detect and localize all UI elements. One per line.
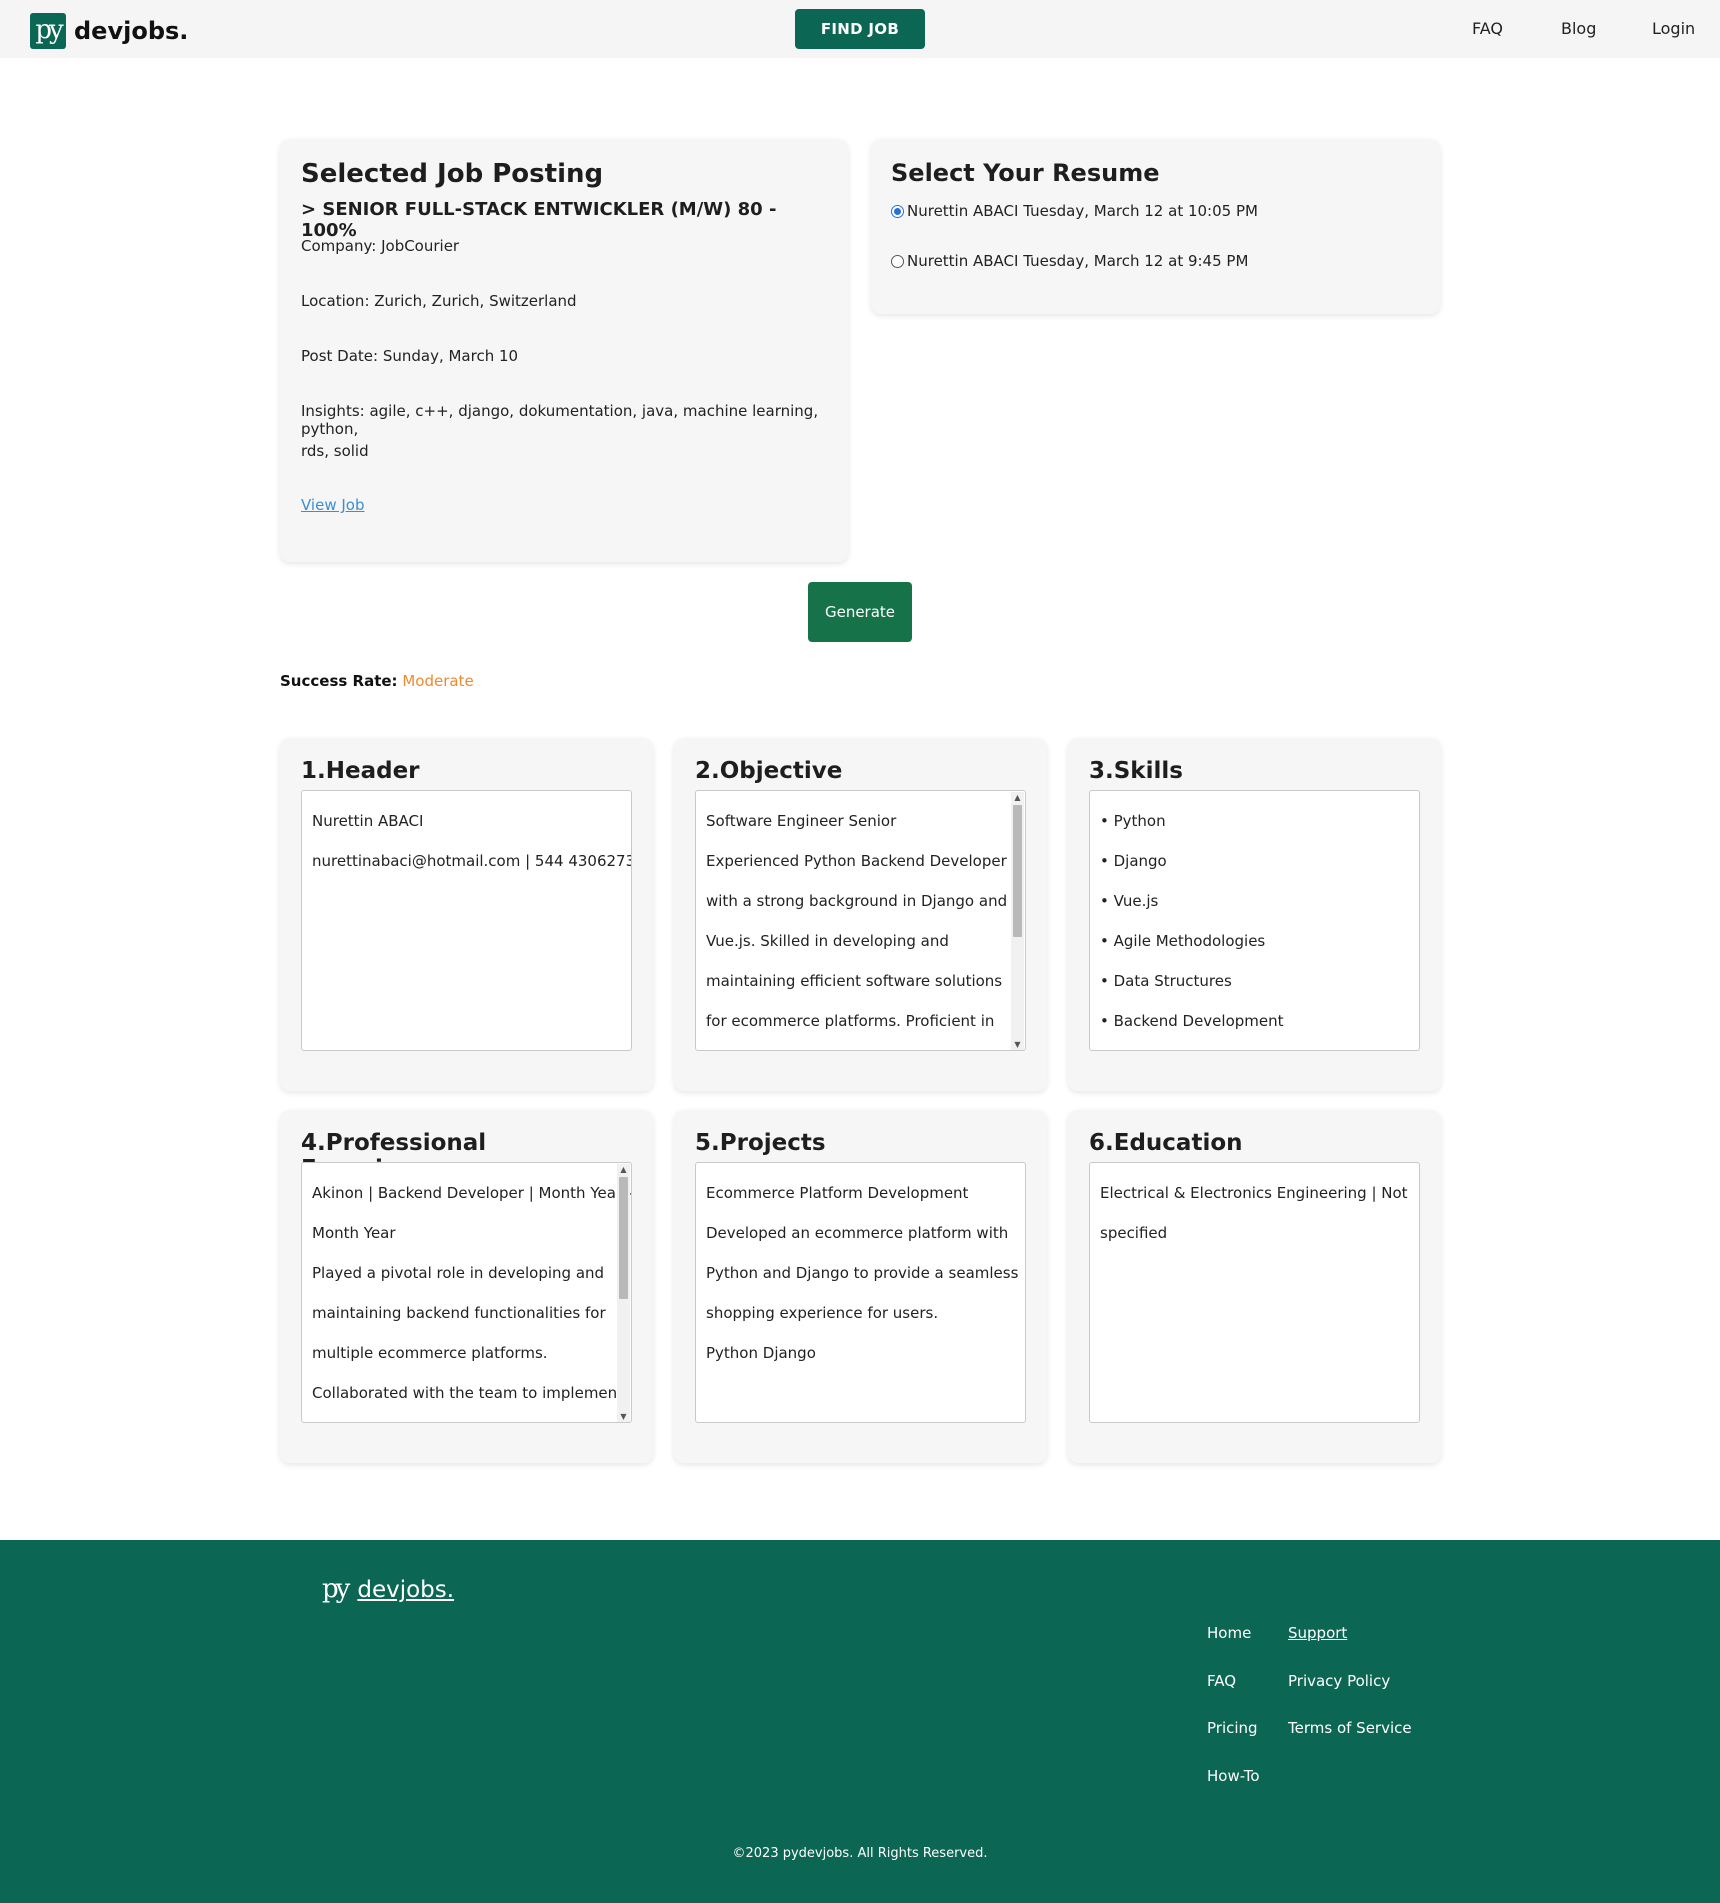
section-card-header: 1.Header Nurettin ABACI nurettinabaci@ho… — [280, 738, 653, 1091]
job-insights: Insights: agile, c++, django, dokumentat… — [301, 402, 819, 438]
scroll-down-icon[interactable]: ▼ — [1011, 1039, 1024, 1050]
section-textbox[interactable]: Akinon | Backend Developer | Month Year … — [301, 1162, 632, 1423]
success-rate: Success Rate: Moderate — [280, 672, 474, 690]
scrollbar-thumb[interactable] — [1013, 805, 1022, 937]
section-line: multiple ecommerce platforms. — [312, 1344, 548, 1362]
nav-link-login[interactable]: Login — [1652, 19, 1695, 38]
section-line: Played a pivotal role in developing and — [312, 1264, 605, 1282]
resume-option-label: Nurettin ABACI Tuesday, March 12 at 9:45… — [907, 252, 1249, 270]
section-line: Python Django — [706, 1344, 816, 1362]
section-title: 2.Objective — [695, 758, 843, 784]
footer-link-pricing[interactable]: Pricing — [1207, 1719, 1258, 1737]
section-line: maintaining efficient software solutions — [706, 972, 1003, 990]
job-location: Location: Zurich, Zurich, Switzerland — [301, 292, 577, 310]
section-line: maintaining backend functionalities for — [312, 1304, 606, 1322]
top-nav: py devjobs. FIND JOB FAQ Blog Login — [0, 0, 1720, 58]
section-line: shopping experience for users. — [706, 1304, 939, 1322]
footer-py-logo-icon: py — [322, 1574, 350, 1604]
section-card-education: 6.Education Electrical & Electronics Eng… — [1068, 1110, 1441, 1463]
section-line: • Data Structures — [1100, 972, 1232, 990]
section-title: 3.Skills — [1089, 758, 1183, 784]
success-rate-value: Moderate — [402, 672, 474, 690]
resume-option[interactable]: Nurettin ABACI Tuesday, March 12 at 9:45… — [891, 252, 1248, 270]
section-title: 5.Projects — [695, 1130, 826, 1156]
section-line: specified — [1100, 1224, 1168, 1242]
section-card-experience: 4.Professional Experience Akinon | Backe… — [280, 1110, 653, 1463]
section-line: • Vue.js — [1100, 892, 1159, 910]
job-insights-cont: rds, solid — [301, 442, 369, 460]
scrollbar[interactable]: ▲ ▼ — [1011, 792, 1024, 1050]
section-line: Experienced Python Backend Developer — [706, 852, 1007, 870]
section-card-objective: 2.Objective Software Engineer Senior Exp… — [674, 738, 1047, 1091]
resume-select-card: Select Your Resume Nurettin ABACI Tuesda… — [871, 139, 1440, 314]
section-card-skills: 3.Skills • Python • Django • Vue.js • Ag… — [1068, 738, 1441, 1091]
success-rate-label: Success Rate — [280, 672, 392, 690]
section-line: Nurettin ABACI — [312, 812, 424, 830]
section-textbox[interactable]: • Python • Django • Vue.js • Agile Metho… — [1089, 790, 1420, 1051]
section-line: Software Engineer Senior — [706, 812, 897, 830]
nav-link-faq[interactable]: FAQ — [1472, 19, 1503, 38]
section-line: • Agile Methodologies — [1100, 932, 1266, 950]
section-line: Ecommerce Platform Development — [706, 1184, 969, 1202]
find-job-button[interactable]: FIND JOB — [795, 9, 925, 49]
generate-button[interactable]: Generate — [808, 582, 912, 642]
section-textbox[interactable]: Ecommerce Platform Development Developed… — [695, 1162, 1026, 1423]
job-card-title: Selected Job Posting — [301, 159, 604, 189]
radio-unselected-icon[interactable] — [891, 254, 904, 268]
footer-brand-link[interactable]: py devjobs. — [322, 1574, 454, 1604]
resume-option-label: Nurettin ABACI Tuesday, March 12 at 10:0… — [907, 202, 1258, 220]
section-line: • Backend Development — [1100, 1012, 1284, 1030]
footer-link-home[interactable]: Home — [1207, 1624, 1251, 1642]
py-logo-icon: py — [30, 13, 66, 49]
job-position-title: > SENIOR FULL-STACK ENTWICKLER (M/W) 80 … — [301, 199, 777, 241]
section-title: 6.Education — [1089, 1130, 1243, 1156]
footer-link-terms[interactable]: Terms of Service — [1288, 1719, 1412, 1737]
section-line: Electrical & Electronics Engineering | N… — [1100, 1184, 1408, 1202]
section-line: Collaborated with the team to implement — [312, 1384, 624, 1402]
job-post-date: Post Date: Sunday, March 10 — [301, 347, 519, 365]
footer-link-how-to[interactable]: How-To — [1207, 1767, 1260, 1785]
scrollbar[interactable]: ▲ ▼ — [617, 1164, 630, 1422]
section-line: Developed an ecommerce platform with — [706, 1224, 1009, 1242]
footer: py devjobs. Home FAQ Pricing How-To Supp… — [0, 1540, 1720, 1903]
section-line: with a strong background in Django and — [706, 892, 1008, 910]
footer-link-support[interactable]: Support — [1288, 1624, 1347, 1642]
view-job-link[interactable]: View Job — [301, 496, 365, 514]
section-title: 1.Header — [301, 758, 420, 784]
section-textbox[interactable]: Electrical & Electronics Engineering | N… — [1089, 1162, 1420, 1423]
resume-option[interactable]: Nurettin ABACI Tuesday, March 12 at 10:0… — [891, 202, 1258, 220]
section-card-projects: 5.Projects Ecommerce Platform Developmen… — [674, 1110, 1047, 1463]
nav-link-blog[interactable]: Blog — [1561, 19, 1596, 38]
section-textbox[interactable]: Nurettin ABACI nurettinabaci@hotmail.com… — [301, 790, 632, 1051]
section-line: nurettinabaci@hotmail.com | 544 4306273 — [312, 852, 632, 870]
section-line: Akinon | Backend Developer | Month Year … — [312, 1184, 632, 1202]
section-line: Python and Django to provide a seamless — [706, 1264, 1019, 1282]
footer-copyright: ©2023 pydevjobs. All Rights Reserved. — [732, 1846, 988, 1861]
scroll-up-icon[interactable]: ▲ — [617, 1164, 630, 1176]
scrollbar-thumb[interactable] — [619, 1177, 628, 1299]
section-line: for ecommerce platforms. Proficient in — [706, 1012, 995, 1030]
section-textbox[interactable]: Software Engineer Senior Experienced Pyt… — [695, 790, 1026, 1051]
scroll-down-icon[interactable]: ▼ — [617, 1411, 630, 1422]
section-line: Month Year — [312, 1224, 396, 1242]
selected-job-card: Selected Job Posting > SENIOR FULL-STACK… — [280, 139, 848, 562]
brand-logo[interactable]: py devjobs. — [30, 13, 188, 49]
footer-link-faq[interactable]: FAQ — [1207, 1672, 1236, 1690]
brand-name: devjobs. — [74, 17, 189, 45]
job-company: Company: JobCourier — [301, 237, 460, 255]
section-line: • Django — [1100, 852, 1167, 870]
footer-brand-name: devjobs. — [357, 1577, 455, 1603]
footer-link-privacy[interactable]: Privacy Policy — [1288, 1672, 1390, 1690]
scroll-up-icon[interactable]: ▲ — [1011, 792, 1024, 804]
section-line: Vue.js. Skilled in developing and — [706, 932, 949, 950]
radio-selected-icon[interactable] — [891, 204, 904, 218]
section-line: • Python — [1100, 812, 1166, 830]
resume-card-title: Select Your Resume — [891, 159, 1160, 187]
